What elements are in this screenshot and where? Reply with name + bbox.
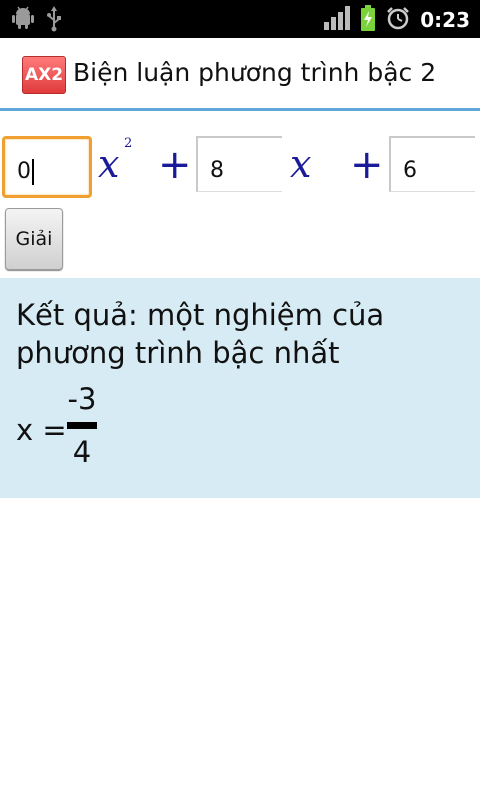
android-debug-icon xyxy=(12,6,34,36)
coefficient-a-value: 0 xyxy=(17,159,31,184)
result-text: Kết quả: một nghiệm của phương trình bậc… xyxy=(16,298,385,370)
status-bar: 0:23 xyxy=(0,0,480,38)
status-right-icons: 0:23 xyxy=(324,5,470,35)
text-caret xyxy=(32,159,34,185)
coefficient-c-input[interactable]: 6 xyxy=(389,136,475,192)
coefficient-b-input[interactable]: 8 xyxy=(196,136,282,192)
variable-x-squared: x xyxy=(98,142,120,186)
result-fraction: -3 4 xyxy=(66,382,98,469)
signal-icon xyxy=(324,6,351,34)
equation-row: 0 x 2 + 8 x + 6 xyxy=(0,128,480,200)
fraction-bar xyxy=(67,422,97,429)
result-panel: Kết quả: một nghiệm của phương trình bậc… xyxy=(0,278,480,498)
exponent-two: 2 xyxy=(124,136,133,151)
plus-sign-2: + xyxy=(350,142,384,188)
plus-sign-1: + xyxy=(158,142,192,188)
result-x-label: x = xyxy=(16,413,67,447)
usb-icon xyxy=(46,6,62,36)
variable-x: x xyxy=(290,142,312,186)
status-left-icons xyxy=(12,6,62,36)
app-title: Biện luận phương trình bậc 2 xyxy=(73,58,437,87)
solve-button[interactable]: Giải xyxy=(5,208,63,270)
fraction-denominator: 4 xyxy=(72,435,92,469)
coefficient-c-value: 6 xyxy=(403,158,417,183)
app-icon: AX2 xyxy=(22,56,66,94)
coefficient-a-input[interactable]: 0 xyxy=(2,136,92,198)
fraction-numerator: -3 xyxy=(67,382,97,416)
battery-charging-icon xyxy=(360,5,376,35)
title-bar: AX2 Biện luận phương trình bậc 2 xyxy=(0,38,480,111)
coefficient-b-value: 8 xyxy=(210,158,224,183)
alarm-icon xyxy=(386,6,410,34)
status-clock: 0:23 xyxy=(420,8,470,32)
